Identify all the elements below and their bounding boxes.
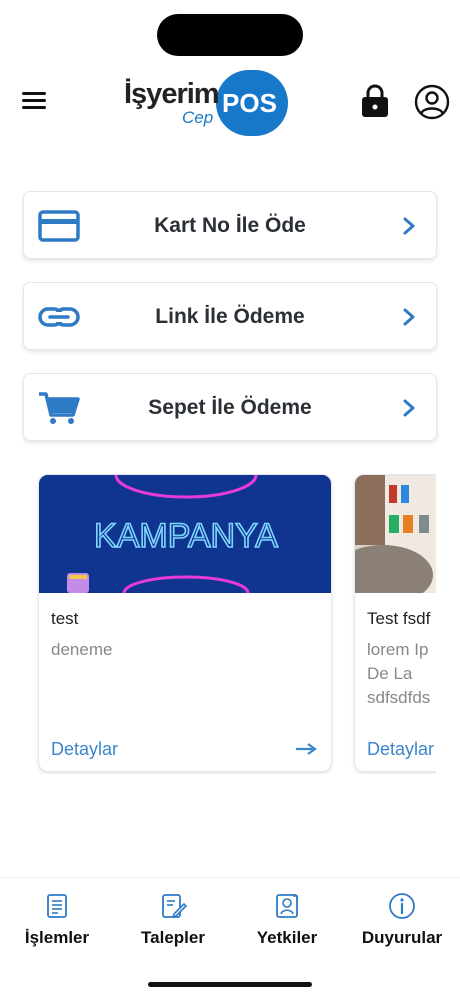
nav-label: İşlemler [24, 928, 90, 947]
campaign-description: deneme [51, 640, 113, 659]
action-label: Link İle Ödeme [155, 305, 305, 328]
app-header: İşyerim Cep POS [0, 62, 460, 142]
nav-item-talepler[interactable]: Talepler [123, 892, 223, 952]
campaign-description: lorem Ip De La sdfsdfds [367, 640, 431, 707]
chevron-right-icon [403, 399, 415, 417]
home-indicator[interactable] [148, 982, 312, 987]
pay-with-card-button[interactable]: Kart No İle Öde [23, 191, 437, 259]
user-circle-icon [414, 84, 450, 120]
nav-item-duyurular[interactable]: Duyurular [352, 892, 452, 952]
campaign-title: Test fsdf [367, 609, 431, 628]
edit-document-icon [162, 894, 187, 919]
hamburger-icon-line [22, 99, 46, 102]
pay-with-cart-button[interactable]: Sepet İle Ödeme [23, 373, 437, 441]
hamburger-icon-line [22, 106, 46, 109]
logo-sub-text: Cep [182, 108, 214, 127]
campaign-card[interactable]: KAMPANYA test deneme Detaylar [38, 474, 332, 772]
campaign-banner [355, 475, 436, 593]
app-logo: İşyerim Cep POS [124, 70, 290, 136]
info-circle-icon [389, 893, 415, 919]
action-label: Kart No İle Öde [154, 214, 306, 237]
campaign-banner-text: KAMPANYA [94, 517, 278, 555]
lock-button[interactable] [361, 84, 389, 118]
campaign-details-link[interactable]: Detaylar [367, 739, 434, 760]
arrow-right-icon[interactable] [295, 741, 317, 757]
pay-with-link-button[interactable]: Link İle Ödeme [23, 282, 437, 350]
chevron-right-icon [403, 217, 415, 235]
hamburger-icon [22, 92, 46, 95]
device-notch [157, 14, 303, 56]
campaign-title: test [51, 609, 79, 628]
campaign-carousel[interactable]: KAMPANYA test deneme Detaylar Test fsdf … [0, 474, 436, 774]
campaign-banner: KAMPANYA [39, 475, 331, 593]
bottom-navigation: İşlemler Talepler Yetkiler Duyurular [0, 877, 460, 997]
nav-label: Yetkiler [256, 928, 318, 947]
document-list-icon [47, 894, 67, 918]
chevron-right-icon [403, 308, 415, 326]
campaign-card[interactable]: Test fsdf lorem Ip De La sdfsdfds Detayl… [354, 474, 436, 772]
campaign-details-link[interactable]: Detaylar [51, 739, 118, 760]
logo-badge-text: POS [222, 88, 277, 118]
action-label: Sepet İle Ödeme [148, 396, 312, 419]
nav-label: Duyurular [361, 928, 443, 947]
nav-item-yetkiler[interactable]: Yetkiler [237, 892, 337, 952]
logo-main-text: İşyerim [124, 78, 220, 110]
lock-icon [362, 84, 388, 117]
menu-button[interactable] [22, 92, 46, 112]
nav-item-islemler[interactable]: İşlemler [7, 892, 107, 952]
permission-badge-icon [276, 894, 298, 918]
profile-button[interactable] [414, 84, 450, 120]
nav-label: Talepler [141, 928, 205, 947]
